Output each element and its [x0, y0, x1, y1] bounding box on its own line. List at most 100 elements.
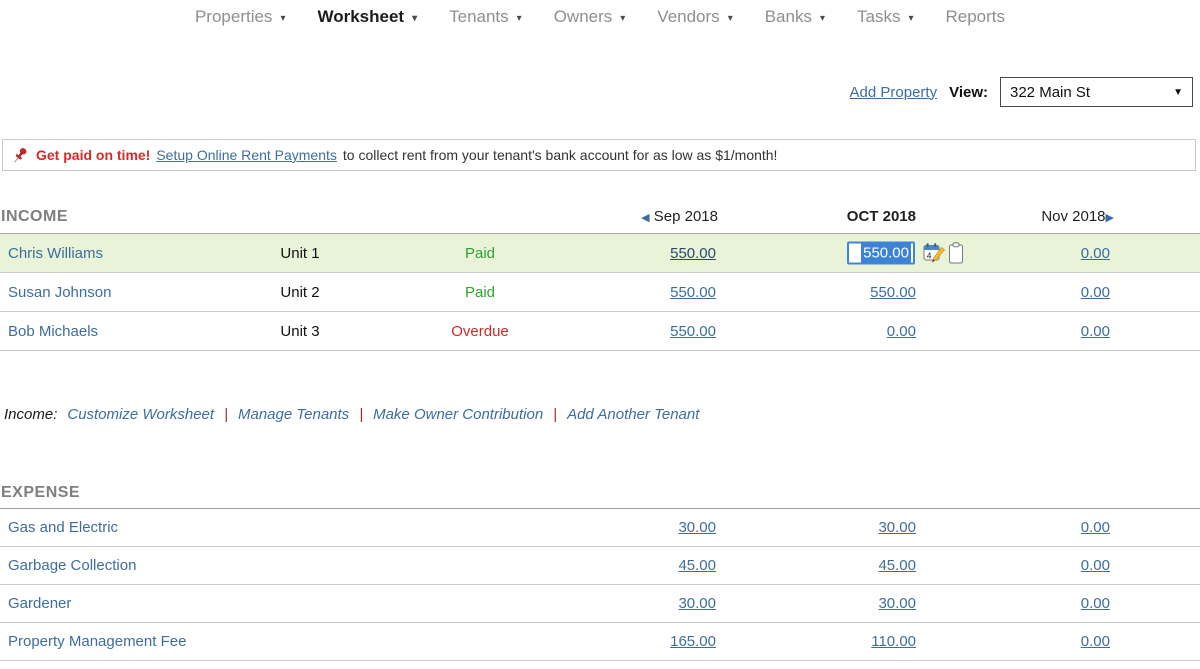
expense-section-title: EXPENSE: [1, 484, 81, 501]
prev-month-amount-link[interactable]: 550.00: [670, 245, 716, 262]
chevron-down-icon: ▾: [280, 12, 286, 24]
payment-status-badge: Paid: [464, 283, 496, 301]
chevron-down-icon: ▾: [908, 12, 914, 24]
select-dropdown-arrow-icon: ▼: [1173, 86, 1183, 98]
nav-item-tenants[interactable]: Tenants ▾: [449, 7, 522, 27]
nav-item-vendors[interactable]: Vendors ▾: [657, 7, 732, 27]
current-month-header: OCT 2018: [846, 208, 916, 225]
current-month-amount-link[interactable]: 0.00: [887, 323, 916, 340]
rent-amount-value: 550.00: [861, 243, 911, 263]
next-month-arrow-icon[interactable]: ▶: [1106, 212, 1114, 224]
income-section-title: INCOME: [1, 207, 68, 225]
pushpin-icon: [11, 146, 30, 165]
chevron-down-icon: ▾: [412, 12, 418, 24]
setup-rent-payments-link[interactable]: Setup Online Rent Payments: [156, 147, 337, 163]
prev-month-header[interactable]: ◀ Sep 2018: [580, 208, 720, 225]
edit-cell-icons: 4: [923, 242, 964, 264]
prev-month-amount-link[interactable]: 165.00: [670, 633, 716, 650]
next-month-amount-link[interactable]: 0.00: [1081, 595, 1110, 612]
expense-header-row: EXPENSE: [0, 478, 1200, 509]
nav-item-label: Worksheet: [317, 7, 405, 26]
links-separator: |: [359, 406, 364, 423]
banner-highlight-text: Get paid on time!: [36, 147, 151, 163]
links-separator: |: [553, 406, 558, 423]
current-month-amount-link[interactable]: 30.00: [878, 519, 916, 536]
payment-status-badge: Overdue: [451, 322, 509, 340]
next-month-amount-link[interactable]: 0.00: [1081, 284, 1110, 301]
nav-item-worksheet[interactable]: Worksheet ▾: [317, 7, 417, 27]
expense-row: Gardener 30.00 30.00 0.00: [0, 585, 1200, 623]
next-month-header[interactable]: Nov 2018▶: [920, 208, 1114, 225]
next-month-amount-link[interactable]: 0.00: [1081, 323, 1110, 340]
clipboard-receipt-icon[interactable]: [948, 242, 964, 264]
unit-label: Unit 1: [280, 244, 320, 262]
add-property-link[interactable]: Add Property: [850, 84, 938, 101]
property-toolbar: Add Property View: 322 Main St ▼: [850, 77, 1193, 107]
nav-item-owners[interactable]: Owners ▾: [554, 7, 626, 27]
nav-item-label: Vendors: [657, 7, 720, 26]
tenant-name-link[interactable]: Susan Johnson: [8, 284, 111, 301]
tenant-name-link[interactable]: Chris Williams: [8, 245, 103, 262]
customize-worksheet-link[interactable]: Customize Worksheet: [67, 406, 214, 423]
tenant-name-link[interactable]: Bob Michaels: [8, 323, 98, 340]
chevron-down-icon: ▾: [516, 12, 522, 24]
prev-month-arrow-icon[interactable]: ◀: [641, 212, 649, 224]
nav-item-label: Reports: [945, 7, 1006, 26]
income-row: Chris Williams Unit 1 Paid 550.00 550.00…: [0, 234, 1200, 273]
svg-text:4: 4: [927, 250, 932, 260]
links-separator: |: [224, 406, 228, 423]
property-view-select[interactable]: 322 Main St ▼: [1000, 77, 1193, 107]
manage-tenants-link[interactable]: Manage Tenants: [238, 406, 349, 423]
next-month-amount-link[interactable]: 0.00: [1081, 519, 1110, 536]
expense-table: EXPENSE Gas and Electric 30.00 30.00 0.0…: [0, 478, 1200, 661]
current-month-amount-link[interactable]: 45.00: [878, 557, 916, 574]
current-month-cell: 550.00 4: [720, 234, 963, 272]
nav-item-reports[interactable]: Reports: [946, 7, 1006, 27]
expense-name-link[interactable]: Gardener: [8, 595, 71, 612]
nav-item-tasks[interactable]: Tasks ▾: [857, 7, 914, 27]
prev-month-amount-link[interactable]: 550.00: [670, 284, 716, 301]
expense-name-link[interactable]: Property Management Fee: [8, 633, 186, 650]
property-view-selected-value: 322 Main St: [1010, 83, 1091, 101]
income-table: INCOME ◀ Sep 2018 OCT 2018 Nov 2018▶ Chr…: [0, 200, 1200, 351]
unit-label: Unit 2: [280, 283, 320, 301]
income-actions-prefix: Income:: [4, 406, 58, 423]
income-actions: Income: Customize Worksheet | Manage Ten…: [4, 406, 699, 423]
nav-item-label: Tenants: [449, 7, 509, 26]
nav-item-label: Tasks: [857, 7, 901, 26]
chevron-down-icon: ▾: [819, 12, 825, 24]
income-row: Bob Michaels Unit 3 Overdue 550.00 0.00 …: [0, 312, 1200, 351]
calendar-edit-icon[interactable]: 4: [923, 242, 946, 264]
current-month-amount-link[interactable]: 550.00: [870, 284, 916, 301]
payment-status-badge: Paid: [464, 244, 496, 262]
add-another-tenant-link[interactable]: Add Another Tenant: [567, 406, 699, 423]
expense-row: Garbage Collection 45.00 45.00 0.00: [0, 547, 1200, 585]
nav-item-properties[interactable]: Properties ▾: [195, 7, 286, 27]
nav-item-banks[interactable]: Banks ▾: [765, 7, 825, 27]
prev-month-label: Sep 2018: [653, 208, 718, 225]
prev-month-amount-link[interactable]: 45.00: [678, 557, 716, 574]
nav-item-label: Properties: [194, 7, 273, 26]
nav-item-label: Owners: [553, 7, 613, 26]
expense-name-link[interactable]: Garbage Collection: [8, 557, 136, 574]
prev-month-amount-link[interactable]: 30.00: [678, 519, 716, 536]
make-owner-contribution-link[interactable]: Make Owner Contribution: [373, 406, 543, 423]
current-month-amount-link[interactable]: 30.00: [878, 595, 916, 612]
nav-item-label: Banks: [764, 7, 812, 26]
view-label: View:: [949, 83, 988, 101]
banner-text: to collect rent from your tenant's bank …: [342, 147, 778, 163]
current-month-amount-link[interactable]: 110.00: [871, 633, 916, 650]
next-month-label: Nov 2018: [1041, 208, 1106, 225]
prev-month-amount-link[interactable]: 550.00: [670, 323, 716, 340]
main-nav: Properties ▾ Worksheet ▾ Tenants ▾ Owner…: [0, 7, 1200, 27]
next-month-amount-link[interactable]: 0.00: [1081, 633, 1110, 650]
prev-month-amount-link[interactable]: 30.00: [678, 595, 716, 612]
expense-row: Property Management Fee 165.00 110.00 0.…: [0, 623, 1200, 661]
expense-name-link[interactable]: Gas and Electric: [8, 519, 118, 536]
chevron-down-icon: ▾: [620, 12, 626, 24]
income-header-row: INCOME ◀ Sep 2018 OCT 2018 Nov 2018▶: [0, 200, 1200, 234]
rent-amount-input[interactable]: 550.00: [847, 241, 915, 265]
next-month-amount-link[interactable]: 0.00: [1081, 557, 1110, 574]
next-month-amount-link[interactable]: 0.00: [1081, 245, 1110, 262]
unit-label: Unit 3: [280, 322, 320, 340]
